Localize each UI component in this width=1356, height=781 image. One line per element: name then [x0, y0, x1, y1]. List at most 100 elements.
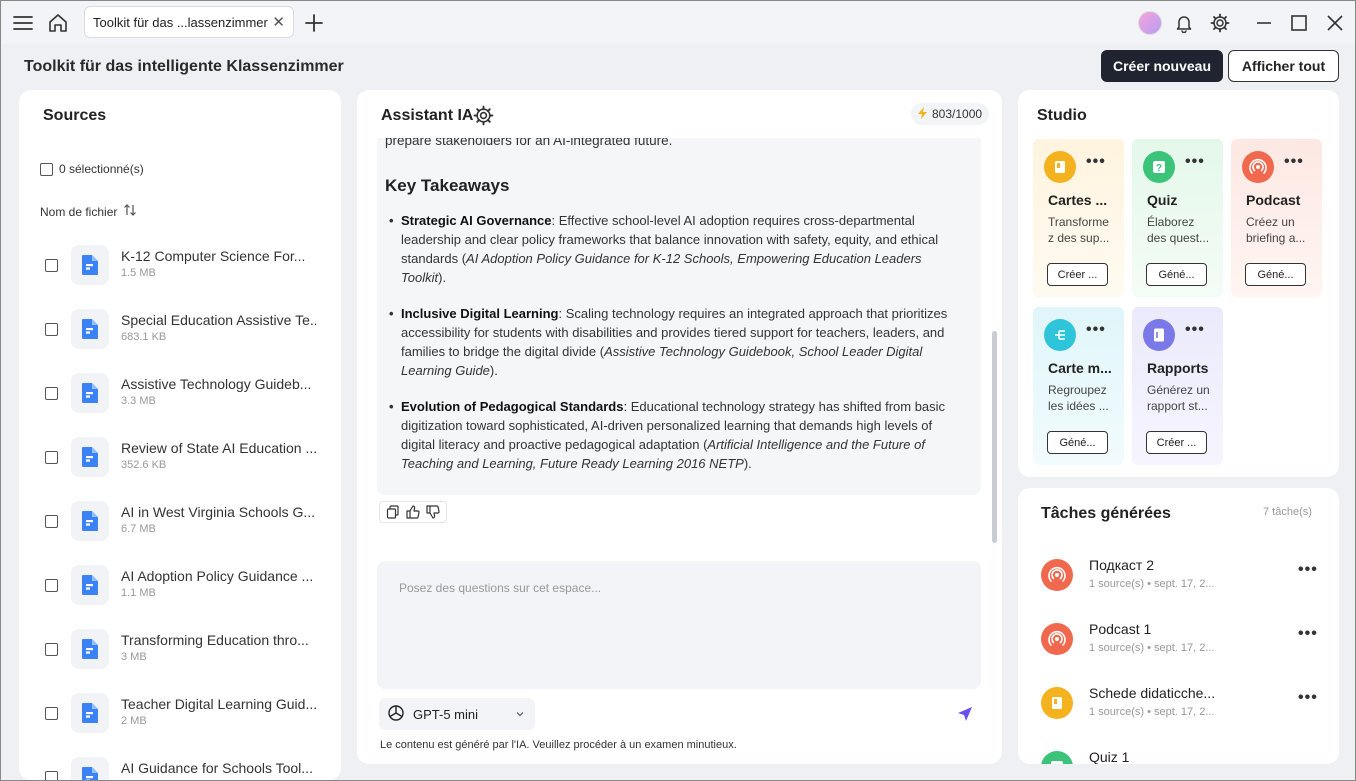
gear-icon[interactable] [1209, 12, 1231, 34]
file-checkbox[interactable] [45, 451, 58, 464]
menu-icon[interactable] [12, 12, 34, 34]
more-icon[interactable]: ••• [1086, 321, 1106, 339]
show-all-button[interactable]: Afficher tout [1228, 50, 1339, 82]
assistant-settings-icon[interactable] [473, 105, 494, 129]
file-row[interactable]: AI Guidance for Schools Tool... [19, 743, 341, 780]
studio-card-button[interactable]: Créer ... [1047, 263, 1108, 286]
podcast-icon [1041, 559, 1073, 591]
quiz-icon: ? [1143, 151, 1175, 183]
file-checkbox[interactable] [45, 579, 58, 592]
model-name: GPT-5 mini [413, 706, 479, 722]
task-row[interactable]: Podcast 1 1 source(s) • sept. 17, 2... ••• [1018, 609, 1339, 673]
quiz-icon: ? [1041, 751, 1073, 764]
tab-current[interactable]: Toolkit für das ...lassenzimmer ✕ [84, 6, 294, 38]
file-row[interactable]: AI in West Virginia Schools G... 6.7 MB [19, 487, 341, 551]
file-row[interactable]: AI Adoption Policy Guidance ... 1.1 MB [19, 551, 341, 615]
task-row[interactable]: ? Quiz 1 [1018, 737, 1339, 764]
podcast-icon [1242, 151, 1274, 183]
close-window-icon[interactable] [1324, 12, 1346, 34]
file-row[interactable]: Special Education Assistive Te... 683.1 K… [19, 295, 341, 359]
sort-header[interactable]: Nom de fichier [40, 204, 137, 219]
file-row[interactable]: Assistive Technology Guideb... 3.3 MB [19, 359, 341, 423]
studio-card-desc: Regroupez les idées ... [1048, 383, 1109, 413]
document-icon [71, 373, 109, 413]
studio-card-button[interactable]: Géné... [1047, 431, 1108, 454]
thumbs-up-icon[interactable] [404, 504, 422, 520]
flashcard-icon [1044, 151, 1076, 183]
chat-scrollbar[interactable] [992, 331, 997, 543]
file-checkbox[interactable] [45, 515, 58, 528]
tab-title: Toolkit für das ...lassenzimmer [93, 14, 268, 30]
select-all-checkbox[interactable] [40, 162, 53, 176]
more-icon[interactable]: ••• [1298, 561, 1318, 579]
task-meta: 1 source(s) • sept. 17, 2... [1089, 706, 1215, 718]
document-icon [71, 245, 109, 285]
studio-card-button[interactable]: Géné... [1146, 263, 1207, 286]
thumbs-down-icon[interactable] [424, 504, 442, 520]
new-tab-icon[interactable] [303, 12, 325, 34]
studio-card-title: Cartes ... [1048, 192, 1108, 208]
podcast-icon [1041, 623, 1073, 655]
sort-icon[interactable] [123, 204, 137, 219]
model-selector[interactable]: GPT-5 mini [379, 698, 535, 730]
studio-card[interactable]: ••• Podcast Créez un briefing a... Géné... [1231, 139, 1322, 297]
chat-input-area [377, 561, 981, 689]
file-checkbox[interactable] [45, 643, 58, 656]
page-title: Toolkit für das intelligente Klassenzimm… [24, 58, 344, 75]
home-icon[interactable] [47, 12, 69, 34]
file-checkbox[interactable] [45, 387, 58, 400]
file-name: Special Education Assistive Te... [121, 312, 316, 328]
task-row[interactable]: Подкаст 2 1 source(s) • sept. 17, 2... ••• [1018, 545, 1339, 609]
copy-icon[interactable] [384, 504, 402, 520]
file-name: AI Guidance for Schools Tool... [121, 760, 313, 776]
file-name: AI in West Virginia Schools G... [121, 504, 316, 520]
maximize-icon[interactable] [1288, 12, 1310, 34]
task-meta: 1 source(s) • sept. 17, 2... [1089, 642, 1215, 654]
more-icon[interactable]: ••• [1185, 321, 1205, 339]
send-icon[interactable] [955, 704, 975, 724]
app-window: Toolkit für das ...lassenzimmer ✕ Toolki… [0, 0, 1356, 781]
minimize-icon[interactable] [1253, 12, 1275, 34]
credit-counter: 803/1000 [911, 103, 990, 125]
document-icon [71, 501, 109, 541]
studio-card[interactable]: ••• Carte m... Regroupez les idées ... Géné… [1033, 307, 1124, 465]
file-row[interactable]: Review of State AI Education ... 352.6 KB [19, 423, 341, 487]
file-checkbox[interactable] [45, 323, 58, 336]
studio-card[interactable]: ••• Cartes ... Transforme z des sup... Crée… [1033, 139, 1124, 297]
studio-card-button[interactable]: Géné... [1245, 263, 1306, 286]
studio-card-title: Podcast [1246, 192, 1301, 208]
studio-card[interactable]: ? ••• Quiz Élaborez des quest... Géné... [1132, 139, 1223, 297]
studio-card-title: Quiz [1147, 192, 1178, 208]
more-icon[interactable]: ••• [1185, 153, 1205, 171]
studio-card-button[interactable]: Créer ... [1146, 431, 1207, 454]
document-icon [71, 693, 109, 733]
file-checkbox[interactable] [45, 707, 58, 720]
file-checkbox[interactable] [45, 771, 58, 780]
studio-card-title: Rapports [1147, 360, 1209, 376]
create-new-button[interactable]: Créer nouveau [1101, 50, 1223, 82]
file-name: K-12 Computer Science For... [121, 248, 306, 264]
more-icon[interactable]: ••• [1086, 153, 1106, 171]
report-icon [1143, 319, 1175, 351]
more-icon[interactable]: ••• [1298, 689, 1318, 707]
chat-input[interactable] [377, 561, 981, 615]
avatar[interactable] [1138, 11, 1162, 35]
studio-card[interactable]: ••• Rapports Générez un rapport st... Créer… [1132, 307, 1223, 465]
file-size: 3 MB [121, 651, 147, 663]
file-checkbox[interactable] [45, 259, 58, 272]
file-row[interactable]: Teacher Digital Learning Guid... 2 MB [19, 679, 341, 743]
selected-count: 0 sélectionné(s) [59, 162, 144, 176]
studio-card-desc: Générez un rapport st... [1147, 383, 1210, 413]
more-icon[interactable]: ••• [1298, 625, 1318, 643]
file-row[interactable]: Transforming Education thro... 3 MB [19, 615, 341, 679]
bell-icon[interactable] [1173, 12, 1195, 34]
select-all-row: 0 sélectionné(s) [40, 162, 144, 176]
more-icon[interactable]: ••• [1284, 153, 1304, 171]
studio-card-desc: Créez un briefing a... [1246, 215, 1306, 245]
tasks-panel: Tâches générées 7 tâche(s) Подкаст 2 1 so… [1018, 488, 1339, 764]
file-name: AI Adoption Policy Guidance ... [121, 568, 314, 584]
close-tab-icon[interactable]: ✕ [272, 13, 285, 31]
tasks-title: Tâches générées [1041, 505, 1171, 522]
file-row[interactable]: K-12 Computer Science For... 1.5 MB [19, 231, 341, 295]
task-row[interactable]: Schede didaticche... 1 source(s) • sept. … [1018, 673, 1339, 737]
